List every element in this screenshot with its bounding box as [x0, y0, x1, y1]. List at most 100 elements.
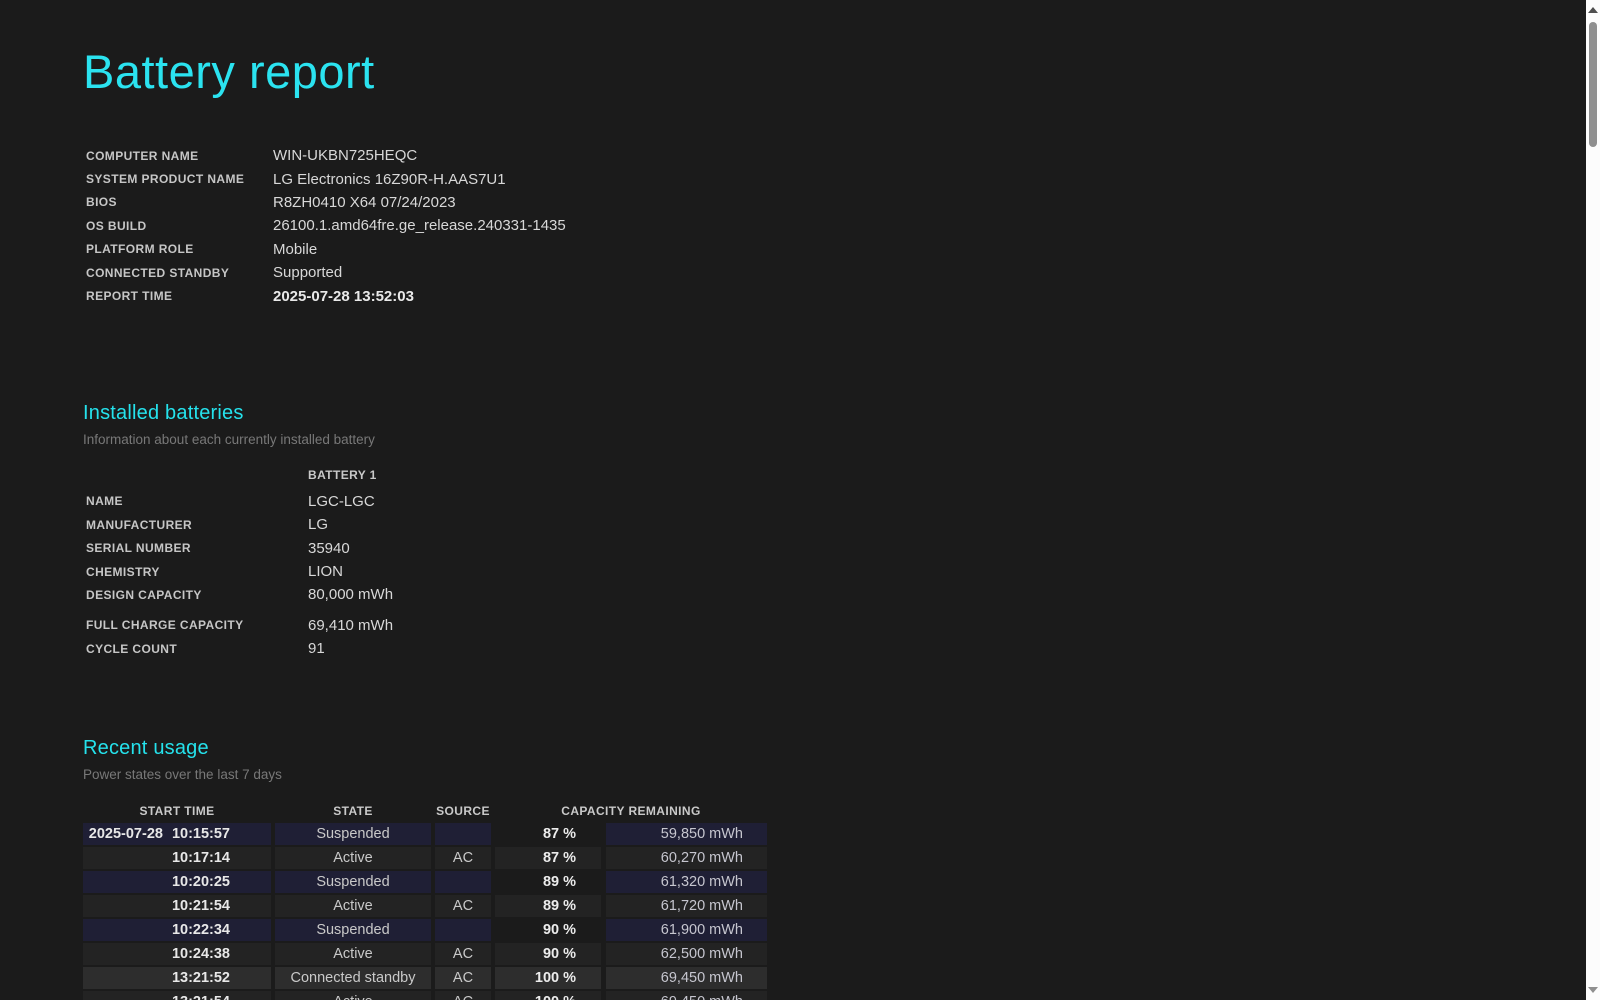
- usage-source-cell: [435, 871, 491, 893]
- usage-capacity-mwh-cell: 60,270 mWh: [606, 847, 767, 869]
- usage-table-row: 10:17:14 Active AC 87 % 60,270 mWh: [83, 847, 767, 869]
- usage-table-row: 10:21:54 Active AC 89 % 61,720 mWh: [83, 895, 767, 917]
- usage-source-cell: AC: [435, 895, 491, 917]
- usage-source-cell: AC: [435, 991, 491, 1000]
- usage-start-date: 2025-07-28: [89, 826, 163, 842]
- battery-info-value: LGC-LGC: [308, 493, 375, 510]
- usage-start-time-cell: 10:17:14: [83, 847, 271, 869]
- battery-info-value: 35940: [308, 540, 350, 557]
- usage-start-time-cell: 13:21:54: [83, 991, 271, 1000]
- usage-capacity-percent-cell: 89 %: [495, 895, 601, 917]
- usage-start-time-cell: 10:24:38: [83, 943, 271, 965]
- system-info-label: PLATFORM ROLE: [86, 242, 273, 256]
- system-info-value: 26100.1.amd64fre.ge_release.240331-1435: [273, 217, 566, 234]
- usage-start-time: 10:22:34: [172, 922, 230, 938]
- battery-info-label: MANUFACTURER: [86, 518, 308, 532]
- usage-capacity-mwh-cell: 61,320 mWh: [606, 871, 767, 893]
- battery-info-row: DESIGN CAPACITY 80,000 mWh: [83, 583, 1586, 606]
- system-info-value: Supported: [273, 264, 342, 281]
- usage-state-cell: Active: [275, 847, 431, 869]
- system-info-row: OS BUILD 26100.1.amd64fre.ge_release.240…: [83, 214, 1586, 237]
- installed-batteries-subtitle: Information about each currently install…: [83, 431, 1586, 448]
- usage-state-cell: Suspended: [275, 919, 431, 941]
- system-info-row: REPORT TIME 2025-07-28 13:52:03: [83, 284, 1586, 307]
- system-info-value: LG Electronics 16Z90R-H.AAS7U1: [273, 171, 506, 188]
- usage-capacity-percent-cell: 90 %: [495, 919, 601, 941]
- usage-start-time: 10:21:54: [172, 898, 230, 914]
- usage-table-row: 10:20:25 Suspended 89 % 61,320 mWh: [83, 871, 767, 893]
- usage-capacity-mwh-cell: 69,450 mWh: [606, 967, 767, 989]
- usage-start-time: 10:24:38: [172, 946, 230, 962]
- system-info-row: BIOS R8ZH0410 X64 07/24/2023: [83, 191, 1586, 214]
- battery-info-label: CYCLE COUNT: [86, 642, 308, 656]
- battery-info-value: 80,000 mWh: [308, 586, 393, 603]
- battery-info-label: CHEMISTRY: [86, 565, 308, 579]
- battery-info-block: NAME LGC-LGC MANUFACTURER LG SERIAL NUMB…: [83, 490, 1586, 661]
- battery-info-row: CHEMISTRY LION: [83, 560, 1586, 583]
- usage-start-time: 10:17:14: [172, 850, 230, 866]
- usage-state-cell: Suspended: [275, 823, 431, 845]
- system-info-label: REPORT TIME: [86, 289, 273, 303]
- usage-capacity-percent-cell: 89 %: [495, 871, 601, 893]
- battery-info-label: NAME: [86, 494, 308, 508]
- usage-source-cell: AC: [435, 967, 491, 989]
- page-title: Battery report: [83, 46, 1586, 98]
- usage-capacity-percent-cell: 90 %: [495, 943, 601, 965]
- usage-state-cell: Suspended: [275, 871, 431, 893]
- usage-table-row: 2025-07-28 10:15:57 Suspended 87 % 59,85…: [83, 823, 767, 845]
- usage-source-cell: AC: [435, 847, 491, 869]
- usage-capacity-mwh-cell: 61,900 mWh: [606, 919, 767, 941]
- installed-batteries-heading: Installed batteries: [83, 401, 1586, 425]
- usage-table-row: 13:21:54 Active AC 100 % 69,450 mWh: [83, 991, 767, 1000]
- usage-capacity-mwh-cell: 62,500 mWh: [606, 943, 767, 965]
- scroll-down-arrow-icon[interactable]: [1588, 987, 1598, 993]
- battery-info-row: FULL CHARGE CAPACITY 69,410 mWh: [83, 614, 1586, 637]
- recent-usage-table: START TIME STATE SOURCE CAPACITY REMAINI…: [83, 801, 767, 1000]
- usage-start-time-cell: 13:21:52: [83, 967, 271, 989]
- usage-capacity-mwh-cell: 61,720 mWh: [606, 895, 767, 917]
- system-info-value: WIN-UKBN725HEQC: [273, 147, 417, 164]
- usage-state-cell: Connected standby: [275, 967, 431, 989]
- usage-capacity-percent-cell: 100 %: [495, 967, 601, 989]
- system-info-row: SYSTEM PRODUCT NAME LG Electronics 16Z90…: [83, 167, 1586, 190]
- vertical-scrollbar[interactable]: [1586, 0, 1600, 1000]
- column-header-start-time: START TIME: [83, 804, 271, 818]
- battery-info-row: MANUFACTURER LG: [83, 513, 1586, 536]
- battery-info-value: LION: [308, 563, 343, 580]
- system-info-value: Mobile: [273, 241, 317, 258]
- scrollbar-thumb[interactable]: [1589, 22, 1597, 147]
- battery-info-row: CYCLE COUNT 91: [83, 637, 1586, 660]
- usage-start-time: 10:20:25: [172, 874, 230, 890]
- system-info-row: COMPUTER NAME WIN-UKBN725HEQC: [83, 144, 1586, 167]
- usage-state-cell: Active: [275, 895, 431, 917]
- battery-info-label: DESIGN CAPACITY: [86, 588, 308, 602]
- system-info-row: CONNECTED STANDBY Supported: [83, 261, 1586, 284]
- usage-source-cell: AC: [435, 943, 491, 965]
- system-info-value: R8ZH0410 X64 07/24/2023: [273, 194, 456, 211]
- battery-column-header: BATTERY 1: [83, 468, 1586, 486]
- usage-capacity-mwh-cell: 59,850 mWh: [606, 823, 767, 845]
- scroll-up-arrow-icon[interactable]: [1588, 7, 1598, 13]
- battery-info-value: 91: [308, 640, 325, 657]
- column-header-state: STATE: [275, 804, 431, 818]
- usage-capacity-percent-cell: 87 %: [495, 847, 601, 869]
- usage-state-cell: Active: [275, 991, 431, 1000]
- system-info-label: BIOS: [86, 195, 273, 209]
- usage-table-row: 10:22:34 Suspended 90 % 61,900 mWh: [83, 919, 767, 941]
- usage-capacity-percent-cell: 87 %: [495, 823, 601, 845]
- usage-source-cell: [435, 823, 491, 845]
- battery-info-label: FULL CHARGE CAPACITY: [86, 618, 308, 632]
- battery-info-row: NAME LGC-LGC: [83, 490, 1586, 513]
- system-info-label: OS BUILD: [86, 219, 273, 233]
- system-info-label: SYSTEM PRODUCT NAME: [86, 172, 273, 186]
- battery-info-row: SERIAL NUMBER 35940: [83, 537, 1586, 560]
- recent-usage-heading: Recent usage: [83, 736, 1586, 760]
- recent-usage-subtitle: Power states over the last 7 days: [83, 766, 1586, 783]
- usage-start-time: 13:21:52: [172, 970, 230, 986]
- system-info-block: COMPUTER NAME WIN-UKBN725HEQC SYSTEM PRO…: [83, 144, 1586, 308]
- usage-start-time-cell: 10:21:54: [83, 895, 271, 917]
- system-info-value: 2025-07-28 13:52:03: [273, 288, 414, 305]
- usage-table-row: 13:21:52 Connected standby AC 100 % 69,4…: [83, 967, 767, 989]
- column-header-source: SOURCE: [435, 804, 491, 818]
- usage-start-time-cell: 10:20:25: [83, 871, 271, 893]
